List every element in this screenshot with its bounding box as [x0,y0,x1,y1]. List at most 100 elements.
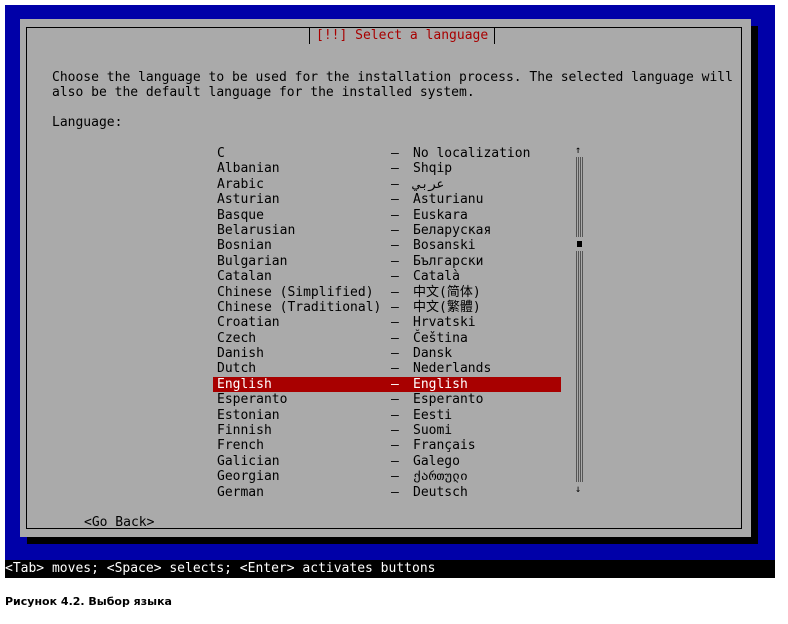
language-native-name: Esperanto [413,392,484,408]
language-name: Belarusian [217,222,296,238]
separator-dash: – [391,392,399,408]
language-option-belarusian[interactable]: Belarusian – Беларуская [213,223,561,238]
language-name: Esperanto [217,392,288,408]
separator-dash: – [391,346,399,362]
separator-dash: – [391,269,399,285]
language-option-danish[interactable]: Danish – Dansk [213,346,561,361]
language-option-croatian[interactable]: Croatian – Hrvatski [213,315,561,330]
language-native-name: Nederlands [413,361,492,377]
separator-dash: – [391,222,399,238]
separator-dash: – [391,253,399,269]
language-option-bosnian[interactable]: Bosnian – Bosanski [213,238,561,253]
separator-dash: – [391,423,399,439]
language-name: Chinese (Simplified) [217,284,374,300]
language-native-name: Dansk [413,346,453,362]
language-native-name: Suomi [413,423,453,439]
language-name: English [217,376,272,392]
separator-dash: – [391,376,399,392]
language-list[interactable]: C – No localization Albanian – Shqip Arabic – عر… [213,146,561,500]
separator-dash: – [391,361,399,377]
language-name: Catalan [217,269,272,285]
separator-dash: – [391,330,399,346]
language-native-name: Galego [413,453,460,469]
language-option-georgian[interactable]: Georgian – ქართული [213,469,561,484]
language-name: Croatian [217,315,280,331]
language-name: Chinese (Traditional) [217,299,382,315]
separator-dash: – [391,146,399,161]
language-name: C [217,146,225,161]
separator-dash: – [391,438,399,454]
language-name: French [217,438,264,454]
language-name: German [217,484,264,500]
language-option-estonian[interactable]: Estonian – Eesti [213,408,561,423]
language-name: Bulgarian [217,253,288,269]
language-native-name: Shqip [413,161,453,177]
language-native-name: Català [413,269,460,285]
language-native-name: Asturianu [413,192,484,208]
language-option-dutch[interactable]: Dutch – Nederlands [213,361,561,376]
go-back-button[interactable]: <Go Back> [84,515,154,530]
language-option-c[interactable]: C – No localization [213,146,561,161]
language-native-name: Français [413,438,476,454]
separator-dash: – [391,284,399,300]
language-name: Galician [217,453,280,469]
language-name: Bosnian [217,238,272,254]
language-native-name: No localization [413,146,531,161]
language-name: Danish [217,346,264,362]
language-option-galician[interactable]: Galician – Galego [213,454,561,469]
language-option-french[interactable]: French – Français [213,438,561,453]
language-option-albanian[interactable]: Albanian – Shqip [213,161,561,176]
language-name: Albanian [217,161,280,177]
language-native-name: Hrvatski [413,315,476,331]
language-native-name: Euskara [413,207,468,223]
scroll-down-arrow-icon[interactable]: ↓ [575,485,581,495]
description-line-2: also be the default language for the ins… [52,85,475,100]
installer-screen: [!!] Select a language Choose the langua… [5,5,775,578]
language-name: Dutch [217,361,257,377]
separator-dash: – [391,176,399,192]
separator-dash: – [391,407,399,423]
language-option-chinese-simplified[interactable]: Chinese (Simplified) – 中文(简体) [213,285,561,300]
language-option-german[interactable]: German – Deutsch [213,485,561,500]
language-native-name: Беларуская [413,222,492,238]
separator-dash: – [391,453,399,469]
separator-dash: – [391,161,399,177]
language-option-chinese-traditional[interactable]: Chinese (Traditional) – 中文(繁體) [213,300,561,315]
separator-dash: – [391,299,399,315]
status-bar: <Tab> moves; <Space> selects; <Enter> ac… [5,560,775,578]
scroll-up-arrow-icon[interactable]: ↑ [575,146,581,156]
language-native-name: English [413,376,468,392]
language-dialog: [!!] Select a language Choose the langua… [20,19,751,537]
language-name: Georgian [217,469,280,485]
figure-caption: Рисунок 4.2. Выбор языка [5,595,172,608]
scrollbar-thumb[interactable] [577,241,582,247]
language-name: Czech [217,330,257,346]
language-native-name: Čeština [413,330,468,346]
separator-dash: – [391,207,399,223]
separator-dash: – [391,484,399,500]
language-option-english[interactable]: English – English [213,376,561,393]
language-native-name: 中文(繁體) [413,299,481,315]
language-label: Language: [52,115,123,130]
language-option-czech[interactable]: Czech – Čeština [213,331,561,346]
language-option-arabic[interactable]: Arabic – عربي [213,177,561,192]
language-option-asturian[interactable]: Asturian – Asturianu [213,192,561,207]
language-native-name: 中文(简体) [413,284,481,300]
language-native-name: عربي [413,176,445,192]
separator-dash: – [391,469,399,485]
language-native-name: Eesti [413,407,453,423]
language-option-bulgarian[interactable]: Bulgarian – Български [213,254,561,269]
language-name: Finnish [217,423,272,439]
language-native-name: Български [413,253,484,269]
language-name: Arabic [217,176,264,192]
scrollbar-track[interactable] [576,157,583,482]
language-option-basque[interactable]: Basque – Euskara [213,208,561,223]
description-line-1: Choose the language to be used for the i… [52,70,733,85]
separator-dash: – [391,192,399,208]
language-option-finnish[interactable]: Finnish – Suomi [213,423,561,438]
language-name: Asturian [217,192,280,208]
language-native-name: Bosanski [413,238,476,254]
language-name: Estonian [217,407,280,423]
language-option-esperanto[interactable]: Esperanto – Esperanto [213,392,561,407]
language-option-catalan[interactable]: Catalan – Català [213,269,561,284]
